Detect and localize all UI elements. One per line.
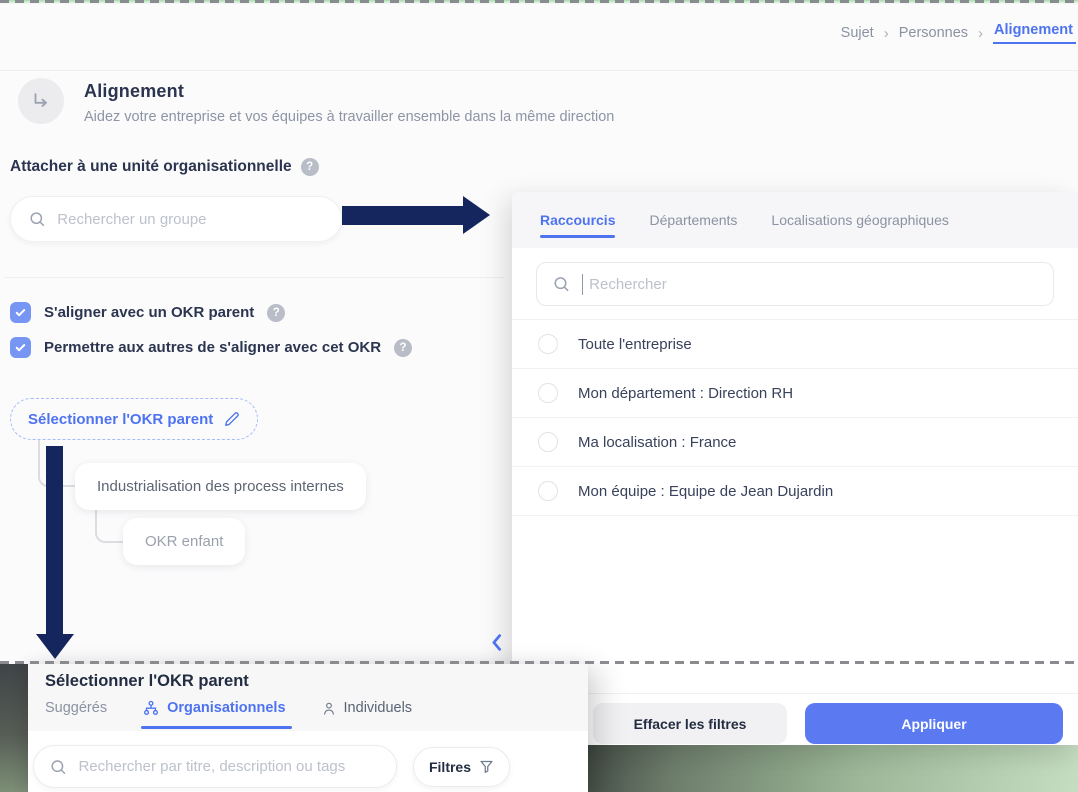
group-search-input[interactable] [57,211,323,228]
top-dashed-border [0,0,1078,3]
filters-button[interactable]: Filtres [413,747,510,787]
collapse-panel-button[interactable] [490,633,503,657]
annotation-arrow-down-shaft [46,446,63,635]
allow-others-align-checkbox-row[interactable]: Permettre aux autres de s'aligner avec c… [10,337,412,358]
section-divider [4,277,505,278]
tab-localisations[interactable]: Localisations géographiques [771,192,948,248]
help-icon[interactable]: ? [267,304,285,322]
funnel-icon [479,759,494,774]
checkbox-checked-icon[interactable] [10,302,31,323]
checkbox-label: Permettre aux autres de s'aligner avec c… [44,339,381,356]
tab-suggeres[interactable]: Suggérés [45,700,107,729]
radio-icon[interactable] [538,383,558,403]
help-icon[interactable]: ? [301,158,319,176]
header-divider [0,70,1078,71]
check-icon [14,306,27,319]
tab-departements[interactable]: Départements [649,192,737,248]
checkbox-checked-icon[interactable] [10,337,31,358]
annotation-arrow-right-shaft [342,206,464,225]
okr-search-input[interactable] [78,758,380,775]
tab-individuels[interactable]: Individuels [322,700,413,729]
list-item-label: Mon département : Direction RH [578,385,793,402]
radio-icon[interactable] [538,334,558,354]
page-subtitle: Aidez votre entreprise et vos équipes à … [84,109,614,125]
help-icon[interactable]: ? [394,339,412,357]
modal-title: Sélectionner l'OKR parent [45,672,570,691]
search-icon [29,210,45,228]
list-item-localisation[interactable]: Ma localisation : France [512,418,1078,467]
tab-organisationnels[interactable]: Organisationnels [143,700,285,729]
header-text: Alignement Aidez votre entreprise et vos… [84,78,614,125]
apply-button[interactable]: Appliquer [805,703,1063,744]
list-item-label: Ma localisation : France [578,434,736,451]
group-search-field[interactable] [10,196,342,242]
search-icon [50,758,66,776]
radio-icon[interactable] [538,432,558,452]
modal-search-row: Filtres [28,731,588,788]
annotation-arrow-down-head [36,634,74,659]
background-bottom-right [588,745,1078,792]
list-item-entreprise[interactable]: Toute l'entreprise [512,320,1078,369]
align-with-parent-checkbox-row[interactable]: S'aligner avec un OKR parent ? [10,302,285,323]
annotation-arrow-right-head [463,196,490,234]
filters-label: Filtres [429,759,471,775]
footer-divider [512,693,1078,694]
group-picker-search-wrap [512,248,1078,319]
breadcrumb-alignement[interactable]: Alignement [993,22,1076,44]
chevron-right-icon: › [884,25,889,42]
okr-search-field[interactable] [33,745,397,788]
text-cursor [582,274,584,295]
attach-org-unit-text: Attacher à une unité organisationnelle [10,158,292,176]
org-chart-icon [143,700,159,716]
tree-connector [95,510,123,543]
modal-tabbar: Suggérés Organisationnels [45,700,570,729]
tab-label: Organisationnels [167,700,285,716]
clear-filters-button[interactable]: Effacer les filtres [593,703,787,744]
attach-org-unit-label: Attacher à une unité organisationnelle ? [10,158,319,176]
check-icon [14,341,27,354]
page-header: Alignement Aidez votre entreprise et vos… [18,78,614,125]
bottom-dashed-border [0,661,1078,664]
group-picker-search-field[interactable] [536,262,1054,306]
group-picker-search-input[interactable] [589,276,1037,293]
parent-okr-card: Industrialisation des process internes [75,463,366,510]
select-parent-okr-modal: Sélectionner l'OKR parent Suggérés Organ… [28,664,588,792]
select-parent-okr-label: Sélectionner l'OKR parent [28,411,213,428]
tab-raccourcis[interactable]: Raccourcis [540,192,615,248]
chevron-right-icon: › [978,25,983,42]
tab-label: Suggérés [45,700,107,716]
chevron-left-icon [490,633,503,652]
breadcrumb-personnes[interactable]: Personnes [899,25,968,41]
list-item-label: Mon équipe : Equipe de Jean Dujardin [578,483,833,500]
breadcrumb: Sujet › Personnes › Alignement [841,22,1078,44]
checkbox-label: S'aligner avec un OKR parent [44,304,254,321]
background-bottom-left [0,664,28,792]
list-item-label: Toute l'entreprise [578,336,692,353]
search-icon [553,275,570,293]
list-item-equipe[interactable]: Mon équipe : Equipe de Jean Dujardin [512,467,1078,516]
alignment-settings-page: Sujet › Personnes › Alignement Alignemen… [0,0,1078,792]
person-icon [322,701,336,716]
group-picker-tabbar: Raccourcis Départements Localisations gé… [512,192,1078,248]
page-title: Alignement [84,78,614,102]
child-okr-card: OKR enfant [123,518,245,565]
alignment-icon-circle [18,78,64,124]
modal-header: Sélectionner l'OKR parent Suggérés Organ… [28,664,588,731]
return-arrow-icon [30,90,52,112]
pencil-icon [223,411,240,428]
list-item-departement[interactable]: Mon département : Direction RH [512,369,1078,418]
tab-label: Individuels [344,700,413,716]
radio-icon[interactable] [538,481,558,501]
breadcrumb-sujet[interactable]: Sujet [841,25,874,41]
select-parent-okr-button[interactable]: Sélectionner l'OKR parent [10,398,258,440]
